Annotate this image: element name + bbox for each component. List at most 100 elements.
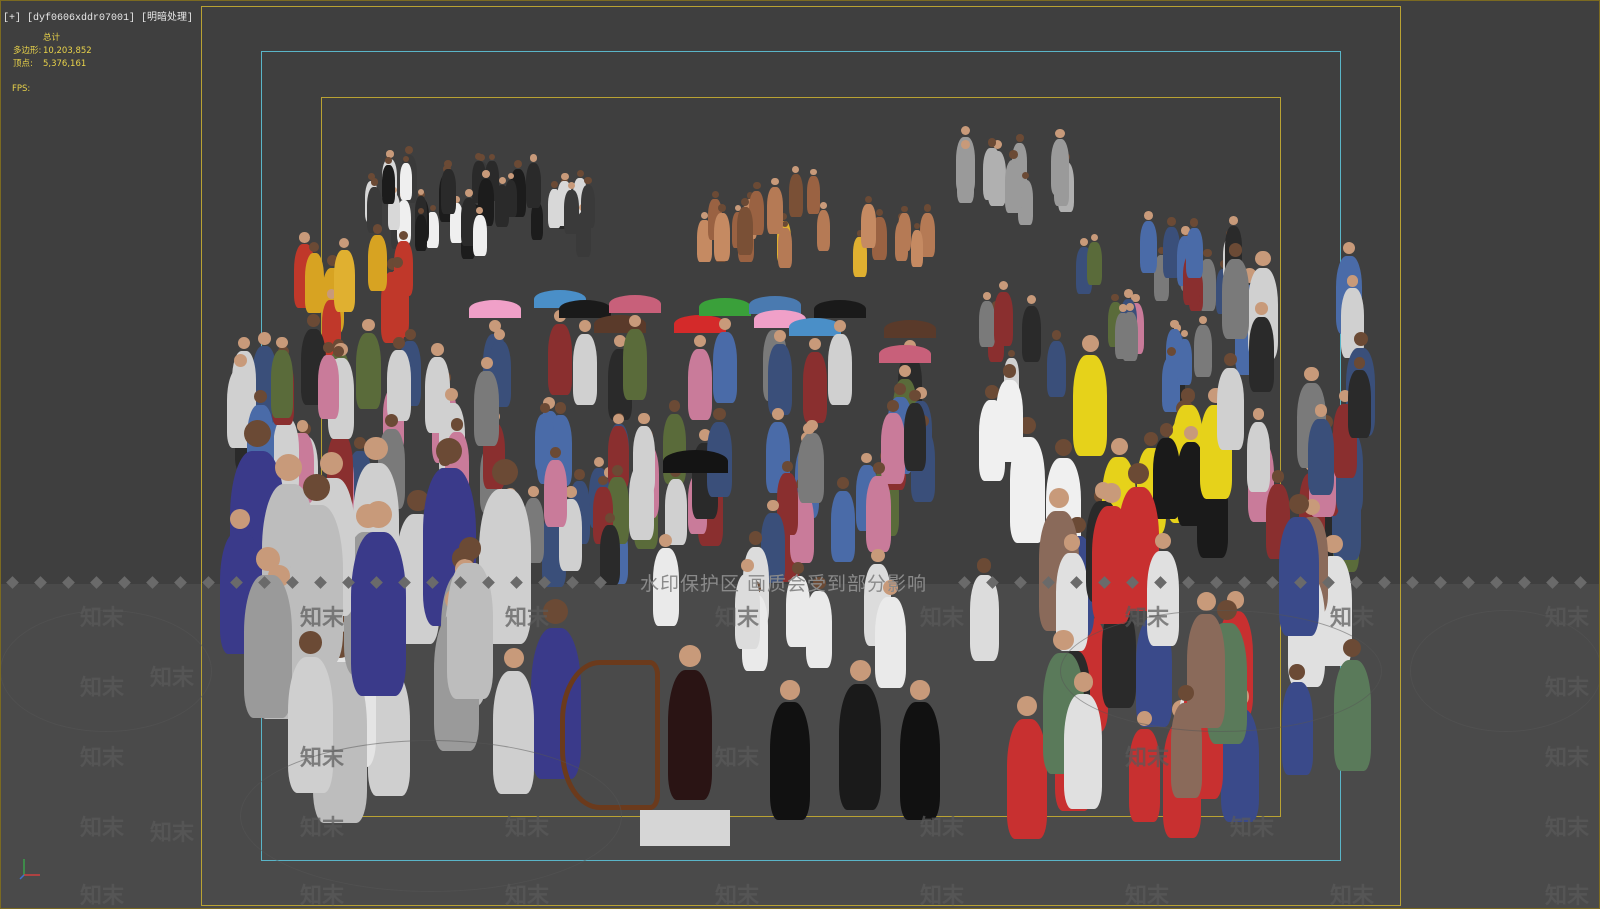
person-figure[interactable] — [806, 591, 832, 668]
podium-box[interactable] — [640, 810, 730, 846]
person-head — [774, 330, 786, 342]
person-figure[interactable] — [414, 215, 427, 252]
person-figure[interactable] — [1176, 338, 1193, 386]
umbrella-prop[interactable] — [559, 300, 611, 319]
person-figure[interactable] — [778, 228, 792, 269]
person-head — [1090, 233, 1098, 241]
watermark-diamond — [398, 576, 411, 589]
person-figure[interactable] — [797, 436, 821, 503]
umbrella-prop[interactable] — [879, 345, 931, 364]
person-figure[interactable] — [1340, 288, 1365, 358]
person-figure[interactable] — [898, 212, 911, 251]
person-head — [613, 413, 624, 425]
person-figure[interactable] — [714, 213, 731, 262]
person-figure[interactable] — [1222, 258, 1249, 339]
person-figure[interactable] — [875, 597, 906, 689]
person-figure[interactable] — [788, 174, 803, 218]
person-head — [901, 205, 908, 212]
person-figure[interactable] — [1308, 418, 1334, 496]
umbrella-prop[interactable] — [469, 300, 521, 319]
person-figure[interactable] — [623, 328, 647, 400]
person-figure[interactable] — [861, 204, 876, 248]
person-figure[interactable] — [866, 475, 892, 552]
person-figure[interactable] — [839, 684, 881, 810]
person-figure[interactable] — [1194, 325, 1212, 378]
person-figure[interactable] — [900, 702, 940, 820]
person-figure[interactable] — [1216, 368, 1245, 450]
person-figure[interactable] — [1185, 227, 1203, 278]
watermark-logo: 知末 — [920, 884, 965, 909]
person-figure[interactable] — [803, 351, 827, 423]
person-head — [960, 125, 971, 136]
person-figure[interactable] — [1050, 139, 1070, 196]
person-figure[interactable] — [766, 186, 783, 234]
person-figure[interactable] — [1073, 354, 1108, 457]
person-figure[interactable] — [1087, 241, 1102, 285]
person-figure[interactable] — [995, 379, 1024, 462]
person-figure[interactable] — [1248, 316, 1274, 392]
person-figure[interactable] — [525, 162, 542, 209]
person-figure[interactable] — [632, 426, 656, 494]
person-figure[interactable] — [1022, 305, 1042, 362]
person-figure[interactable] — [244, 574, 292, 718]
person-figure[interactable] — [994, 291, 1013, 347]
person-figure[interactable] — [668, 669, 712, 800]
person-figure[interactable] — [1006, 719, 1047, 839]
person-figure[interactable] — [304, 253, 325, 314]
person-figure[interactable] — [910, 229, 924, 267]
umbrella-prop[interactable] — [814, 300, 866, 319]
person-figure[interactable] — [580, 185, 596, 229]
person-figure[interactable] — [440, 168, 456, 215]
viewport-perspective[interactable]: [+] [dyf0606xddr07001] [明暗处理] 总计 多边形: 10,… — [0, 0, 1600, 909]
person-figure[interactable] — [956, 150, 975, 204]
viewport-label-menu[interactable]: [+] [dyf0606xddr07001] [明暗处理] — [3, 8, 193, 24]
person-figure[interactable] — [356, 333, 382, 409]
person-figure[interactable] — [713, 331, 737, 403]
person-figure[interactable] — [1064, 694, 1103, 809]
person-figure[interactable] — [270, 350, 294, 418]
person-figure[interactable] — [1047, 340, 1066, 398]
person-head — [679, 645, 701, 667]
person-figure[interactable] — [495, 184, 510, 228]
person-figure[interactable] — [828, 333, 852, 405]
person-figure[interactable] — [983, 148, 1001, 200]
person-figure[interactable] — [333, 249, 355, 312]
person-figure[interactable] — [1004, 160, 1023, 213]
person-figure[interactable] — [1348, 370, 1372, 439]
person-figure[interactable] — [807, 176, 820, 215]
person-figure[interactable] — [768, 343, 792, 415]
person-figure[interactable] — [351, 531, 406, 696]
umbrella-prop[interactable] — [699, 298, 751, 317]
person-figure[interactable] — [367, 235, 387, 291]
person-figure[interactable] — [1122, 312, 1139, 361]
person-figure[interactable] — [381, 164, 395, 205]
person-figure[interactable] — [474, 371, 500, 446]
person-figure[interactable] — [770, 702, 810, 820]
person-figure[interactable] — [317, 354, 340, 420]
person-figure[interactable] — [816, 209, 831, 251]
person-figure[interactable] — [979, 300, 995, 348]
person-figure[interactable] — [1153, 438, 1180, 520]
person-figure[interactable] — [737, 207, 754, 255]
person-figure[interactable] — [544, 459, 567, 528]
person-figure[interactable] — [548, 323, 572, 395]
vertices-value: 5,376,161 — [43, 59, 87, 69]
person-figure[interactable] — [830, 490, 855, 562]
umbrella-prop[interactable] — [662, 450, 728, 473]
umbrella-prop[interactable] — [609, 295, 661, 314]
person-figure[interactable] — [573, 333, 597, 405]
person-head — [1271, 470, 1285, 483]
person-figure[interactable] — [400, 163, 413, 201]
person-figure[interactable] — [1246, 421, 1271, 493]
person-figure[interactable] — [881, 413, 905, 485]
person-figure[interactable] — [472, 214, 487, 257]
person-figure[interactable] — [1139, 221, 1158, 274]
person-figure[interactable] — [386, 269, 409, 338]
person-figure[interactable] — [688, 348, 712, 420]
umbrella-prop[interactable] — [884, 320, 936, 339]
person-figure[interactable] — [563, 190, 579, 234]
person-head — [782, 461, 793, 472]
person-head — [488, 153, 496, 161]
person-figure[interactable] — [387, 350, 411, 422]
person-figure[interactable] — [903, 402, 927, 471]
